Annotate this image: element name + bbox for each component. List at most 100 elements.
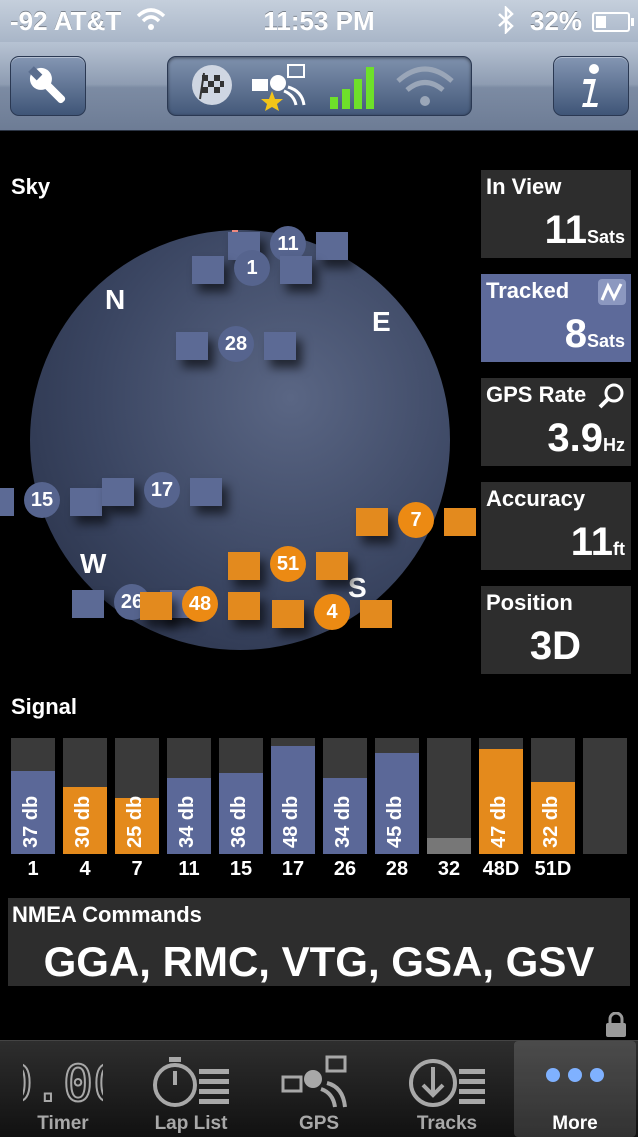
signal-prn-label: 26 (333, 858, 357, 880)
gps-rate-unit: Hz (603, 435, 625, 455)
satellite-51: 51 (218, 546, 358, 588)
settings-button[interactable] (10, 56, 86, 116)
signal-prn-label: 28 (385, 858, 409, 880)
signal-bar: 37 db (11, 738, 55, 854)
info-button[interactable] (553, 56, 629, 116)
signal-db-label: 34 db (176, 795, 198, 848)
sky-label: Sky (11, 174, 51, 199)
signal-label: Signal (11, 694, 78, 719)
signal-prn-label: 51D (534, 858, 572, 880)
nmea-commands: GGA, RMC, VTG, GSA, GSV (43, 938, 595, 985)
satellite-star-icon (252, 64, 306, 111)
tracked-box[interactable]: Tracked 8Sats (481, 274, 631, 362)
accuracy-value: 11 (570, 520, 613, 564)
graph-icon (598, 279, 626, 305)
status-indicator-panel (167, 56, 472, 116)
signal-prn-label: 7 (131, 858, 143, 880)
accuracy-unit: ft (613, 539, 625, 559)
compass-north: N (105, 284, 126, 315)
signal-bar: 34 db (167, 738, 211, 854)
signal-bar: 30 db (63, 738, 107, 854)
signal-db-label: 48 db (280, 795, 302, 848)
tracked-unit: Sats (586, 331, 625, 351)
bluetooth-icon (495, 4, 517, 41)
in-view-box: In View 11Sats (481, 170, 631, 258)
in-view-value: 11 (544, 208, 587, 252)
toolbar (0, 42, 638, 131)
signal-bar (583, 738, 627, 854)
signal-db-label: 45 db (384, 795, 406, 848)
signal-prn-label: 48D (482, 858, 520, 880)
position-value: 3D (529, 624, 581, 668)
tab-tracks-label: Tracks (416, 1113, 478, 1134)
position-title: Position (486, 590, 573, 615)
tracked-value: 8 (564, 312, 587, 356)
in-view-title: In View (486, 174, 562, 199)
signal-db-label: 32 db (540, 795, 562, 848)
download-list-icon (409, 1059, 485, 1107)
nmea-panel: NMEA Commands GGA, RMC, VTG, GSA, GSV (8, 898, 630, 986)
satellite-17: 17 (92, 472, 232, 514)
satellite-4: 4 (262, 594, 402, 636)
tab-timer[interactable]: 0.00 Timer (2, 1041, 124, 1137)
accuracy-title: Accuracy (486, 486, 586, 511)
signal-bar: 34 db (323, 738, 367, 854)
signal-db-label: 34 db (332, 795, 354, 848)
signal-prn-label: 11 (178, 858, 200, 880)
satellite-7: 7 (346, 502, 486, 544)
signal-db-label: 47 db (488, 795, 510, 848)
compass-west: W (80, 548, 107, 579)
tab-more-label: More (552, 1113, 598, 1134)
gps-rate-box[interactable]: GPS Rate 3.9Hz (481, 378, 631, 466)
battery-icon (592, 12, 634, 32)
signal-chart: Signal 37 db 1 30 db 4 25 db 7 34 db 11 36 db 15 4… (0, 690, 638, 890)
svg-text:0.00: 0.00 (23, 1055, 103, 1111)
tab-more[interactable]: More (514, 1041, 636, 1137)
wrench-icon (28, 66, 66, 104)
tab-gps[interactable]: GPS (258, 1041, 380, 1137)
satellite-28: 28 (166, 326, 306, 368)
compass-east: E (372, 306, 391, 337)
tab-tracks[interactable]: Tracks (386, 1041, 508, 1137)
signal-bar: 25 db (115, 738, 159, 854)
sky-view: Sky N E S W 11 1 28 15 17 7 51 26 48 4 (0, 160, 478, 690)
signal-db-label: 30 db (72, 795, 94, 848)
signal-db-label: 37 db (20, 795, 42, 848)
gps-rate-title: GPS Rate (486, 382, 587, 407)
stopwatch-list-icon (153, 1057, 229, 1107)
in-view-unit: Sats (586, 227, 625, 247)
signal-bar: 36 db (219, 738, 263, 854)
signal-bars-icon (330, 67, 374, 109)
gps-rate-value: 3.9 (547, 416, 603, 460)
accuracy-box: Accuracy 11ft (481, 482, 631, 570)
checkered-flag-icon (192, 65, 232, 105)
signal-bar (427, 738, 471, 854)
tab-lap-list-label: Lap List (154, 1113, 228, 1134)
signal-prn-label: 32 (437, 858, 461, 880)
tracked-title: Tracked (486, 278, 570, 303)
battery-percent: 32% (530, 6, 583, 36)
signal-prn-label: 1 (27, 858, 39, 880)
signal-db-label: 36 db (228, 795, 250, 848)
signal-bar: 32 db (531, 738, 575, 854)
tab-lap-list[interactable]: Lap List (130, 1041, 252, 1137)
position-box: Position 3D (481, 586, 631, 674)
signal-db-label: 25 db (124, 795, 146, 848)
signal-bar: 47 db (479, 738, 523, 854)
info-icon (582, 64, 599, 107)
timer-display-icon: 0.00 (23, 1054, 103, 1111)
signal-prn-label: 15 (229, 858, 253, 880)
tab-gps-label: GPS (298, 1113, 340, 1134)
signal-prn-label: 17 (281, 858, 305, 880)
signal-bar: 45 db (375, 738, 419, 854)
tab-bar: 0.00 Timer Lap List GPS Tracks (0, 1040, 638, 1137)
satellite-1: 1 (182, 250, 322, 292)
tab-timer-label: Timer (37, 1113, 89, 1134)
satellite-48: 48 (130, 586, 270, 628)
signal-prn-label: 4 (79, 858, 91, 880)
satellite-icon (281, 1055, 347, 1108)
wifi-icon (396, 66, 454, 106)
signal-bar: 48 db (271, 738, 315, 854)
more-dots-icon (546, 1068, 604, 1082)
lock-icon[interactable] (604, 1012, 628, 1038)
